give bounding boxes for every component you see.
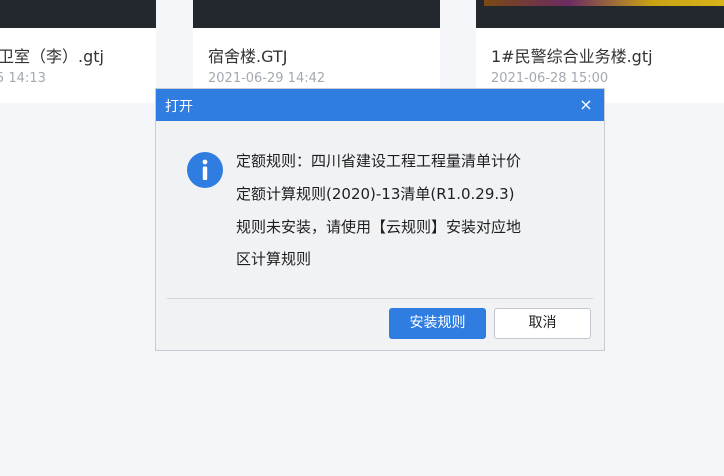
thumbnail-art	[484, 0, 724, 6]
file-card[interactable]: 卫室（李）.gtj 5 14:13	[0, 0, 156, 103]
file-time: 2021-06-29 14:42	[208, 71, 326, 86]
dialog-titlebar[interactable]: 打开 ×	[156, 89, 604, 121]
file-name: 1#民警综合业务楼.gtj	[491, 47, 653, 66]
file-time: 5 14:13	[0, 71, 46, 86]
file-name: 宿舍楼.GTJ	[208, 47, 288, 66]
file-thumbnail	[0, 0, 156, 28]
message-line: 定额计算规则(2020)-13清单(R1.0.29.3)	[236, 185, 515, 203]
file-thumbnail	[193, 0, 440, 28]
info-icon	[187, 152, 223, 188]
open-dialog: 打开 × 定额规则：四川省建设工程工程量清单计价 定额计算规则(2020)-13…	[155, 88, 605, 351]
dialog-title: 打开	[165, 99, 193, 115]
file-browser: 卫室（李）.gtj 5 14:13 宿舍楼.GTJ 2021-06-29 14:…	[0, 0, 724, 476]
file-thumbnail	[476, 0, 724, 28]
message-line: 规则未安装，请使用【云规则】安装对应地	[236, 218, 522, 236]
cancel-button[interactable]: 取消	[494, 308, 591, 339]
file-time: 2021-06-28 15:00	[491, 71, 609, 86]
close-icon[interactable]: ×	[576, 95, 596, 115]
message-line: 定额规则：四川省建设工程工程量清单计价	[236, 152, 522, 170]
dialog-divider	[167, 298, 593, 299]
message-line: 区计算规则	[236, 250, 312, 268]
install-rules-button[interactable]: 安装规则	[389, 308, 486, 339]
file-name: 卫室（李）.gtj	[0, 47, 104, 66]
